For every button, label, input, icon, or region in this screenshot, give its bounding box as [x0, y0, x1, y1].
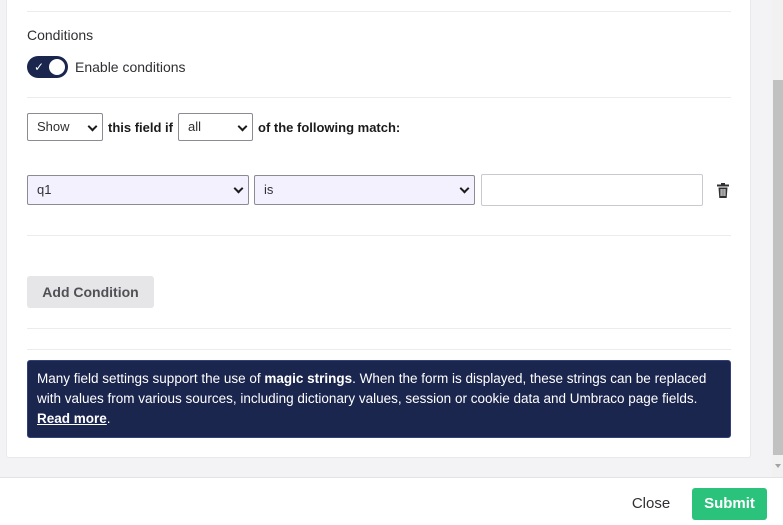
- add-condition-button[interactable]: Add Condition: [27, 276, 154, 308]
- close-button[interactable]: Close: [620, 488, 682, 520]
- match-select[interactable]: all: [178, 113, 253, 141]
- action-select-value: Show: [37, 119, 70, 134]
- scroll-down-arrow[interactable]: [775, 464, 781, 468]
- condition-value-input[interactable]: [481, 174, 703, 206]
- check-icon: ✓: [34, 60, 45, 74]
- chevron-down-icon: [237, 121, 248, 132]
- divider: [27, 349, 731, 350]
- divider: [27, 235, 731, 236]
- divider: [27, 328, 731, 329]
- chevron-down-icon: [233, 183, 244, 194]
- rule-suffix-text: of the following match:: [258, 119, 401, 135]
- action-select[interactable]: Show: [27, 113, 103, 141]
- rule-row: Show this field if all of the following …: [27, 113, 405, 141]
- divider: [27, 97, 731, 98]
- submit-button[interactable]: Submit: [692, 488, 767, 520]
- operator-select[interactable]: is: [254, 175, 475, 205]
- dialog-footer: Close Submit: [0, 477, 783, 525]
- toggle-knob: [49, 59, 65, 75]
- magic-strings-info: Many field settings support the use of m…: [27, 360, 731, 438]
- info-text-before: Many field settings support the use of: [37, 371, 265, 386]
- info-magic-strings: magic strings: [264, 371, 353, 386]
- enable-conditions-row: ✓ Enable conditions: [27, 56, 186, 78]
- settings-panel: Conditions ✓ Enable conditions Show this…: [6, 0, 751, 458]
- trash-icon[interactable]: [717, 183, 729, 198]
- enable-conditions-label: Enable conditions: [75, 59, 186, 75]
- chevron-down-icon: [87, 121, 98, 132]
- divider: [27, 11, 731, 12]
- scroll-thumb[interactable]: [773, 80, 783, 455]
- read-more-link[interactable]: Read more: [37, 411, 107, 426]
- field-select-value: q1: [37, 182, 52, 197]
- enable-conditions-toggle[interactable]: ✓: [27, 56, 68, 78]
- match-select-value: all: [188, 119, 202, 134]
- operator-select-value: is: [264, 182, 274, 197]
- scrollbar[interactable]: [772, 0, 783, 477]
- rule-middle-text: this field if: [108, 119, 173, 135]
- chevron-down-icon: [459, 183, 470, 194]
- field-select[interactable]: q1: [27, 175, 249, 205]
- section-title: Conditions: [27, 27, 94, 43]
- info-text-end: .: [106, 411, 111, 426]
